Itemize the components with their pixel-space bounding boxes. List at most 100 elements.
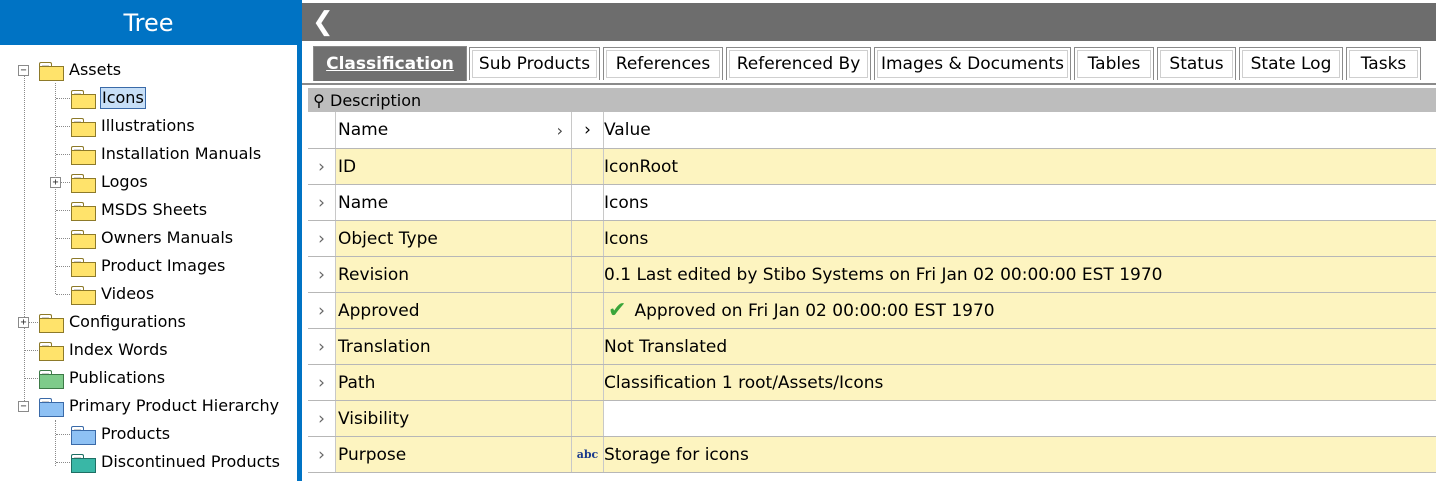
chevron-left-icon[interactable]: ❮ — [312, 9, 334, 35]
tree-node-logos[interactable]: Logos — [70, 169, 149, 195]
tree-node-icons[interactable]: Icons — [70, 85, 146, 111]
tree-node-illustrations[interactable]: Illustrations — [70, 113, 196, 139]
table-row[interactable]: › Translation Not Translated — [308, 329, 1436, 365]
row-value[interactable]: 0.1 Last edited by Stibo Systems on Fri … — [604, 257, 1436, 292]
folder-icon — [70, 89, 96, 109]
tree-node-label: Assets — [69, 60, 122, 79]
table-row[interactable]: › Purpose abc Storage for icons — [308, 437, 1436, 473]
folder-icon — [70, 453, 96, 473]
chevron-right-icon[interactable]: › — [308, 221, 336, 256]
row-name: Path — [336, 365, 572, 400]
tree-node-configurations[interactable]: Configurations — [38, 309, 187, 335]
column-header-value[interactable]: Value — [604, 112, 1436, 148]
tab-references[interactable]: References — [603, 47, 723, 80]
tab-referenced-by[interactable]: Referenced By — [726, 47, 871, 80]
folder-icon — [70, 117, 96, 137]
row-type-cell — [572, 257, 604, 292]
table-row[interactable]: › Revision 0.1 Last edited by Stibo Syst… — [308, 257, 1436, 293]
table-row[interactable]: › Name Icons — [308, 185, 1436, 221]
tree-node-msds-sheets[interactable]: MSDS Sheets — [70, 197, 208, 223]
tree-node-index-words[interactable]: Index Words — [38, 337, 169, 363]
tree-node-label: Logos — [101, 172, 148, 191]
row-value[interactable] — [604, 401, 1436, 436]
tree-node-primary-product-hierarchy[interactable]: Primary Product Hierarchy — [38, 393, 280, 419]
row-name: ID — [336, 149, 572, 184]
row-name: Name — [336, 185, 572, 220]
expander-collapse-icon[interactable]: − — [18, 401, 29, 412]
tab-status[interactable]: Status — [1157, 47, 1236, 80]
chevron-right-icon[interactable]: › — [308, 437, 336, 472]
folder-icon — [38, 369, 64, 389]
row-value[interactable]: Storage for icons — [604, 437, 1436, 472]
tree-node-product-images[interactable]: Product Images — [70, 253, 226, 279]
row-name: Purpose — [336, 437, 572, 472]
tree-node-videos[interactable]: Videos — [70, 281, 155, 307]
tab-sub-products[interactable]: Sub Products — [469, 47, 600, 80]
section-header[interactable]: ⚲ Description — [308, 88, 1436, 112]
pin-icon[interactable]: ⚲ — [308, 91, 330, 110]
tree-node-owners-manuals[interactable]: Owners Manuals — [70, 225, 234, 251]
tree-node-label: Publications — [69, 368, 166, 387]
tree-node-label: Configurations — [69, 312, 186, 331]
chevron-right-icon[interactable]: › — [308, 293, 336, 328]
column-header-name[interactable]: Name › — [336, 112, 572, 148]
table-row[interactable]: › Object Type Icons — [308, 221, 1436, 257]
row-name: Visibility — [336, 401, 572, 436]
folder-icon — [38, 397, 64, 417]
row-value[interactable]: IconRoot — [604, 149, 1436, 184]
expander-collapse-icon[interactable]: − — [18, 65, 29, 76]
row-type-cell — [572, 293, 604, 328]
section-label: Description — [330, 90, 422, 110]
tab-tables[interactable]: Tables — [1074, 47, 1154, 80]
row-type-cell — [572, 365, 604, 400]
tree-node-installation-manuals[interactable]: Installation Manuals — [70, 141, 262, 167]
tree-node-publications[interactable]: Publications — [38, 365, 166, 391]
tree-node-assets[interactable]: Assets — [38, 57, 122, 83]
row-value[interactable]: Icons — [604, 185, 1436, 220]
chevron-right-icon[interactable]: › — [308, 185, 336, 220]
details-panel: ❮ Classification Sub Products References… — [302, 0, 1436, 481]
tree-node-label: MSDS Sheets — [101, 200, 208, 219]
tab-state-log[interactable]: State Log — [1239, 47, 1343, 80]
chevron-right-icon[interactable]: › — [308, 329, 336, 364]
row-name: Approved — [336, 293, 572, 328]
expander-expand-icon[interactable]: + — [18, 317, 29, 328]
tab-classification[interactable]: Classification — [313, 46, 467, 81]
row-type-cell — [572, 329, 604, 364]
row-value[interactable]: Not Translated — [604, 329, 1436, 364]
tab-images-documents[interactable]: Images & Documents — [874, 47, 1071, 80]
tree-body: − Assets Icons Illustrations Installatio… — [0, 45, 297, 481]
folder-icon — [70, 201, 96, 221]
row-value[interactable]: Classification 1 root/Assets/Icons — [604, 365, 1436, 400]
tree-node-discontinued-products[interactable]: Discontinued Products — [70, 449, 281, 475]
chevron-right-icon[interactable]: › — [308, 365, 336, 400]
text-type-icon: abc — [576, 448, 599, 461]
expander-expand-icon[interactable]: + — [50, 177, 61, 188]
tree-node-products[interactable]: Products — [70, 421, 171, 447]
row-name: Translation — [336, 329, 572, 364]
row-value[interactable]: Icons — [604, 221, 1436, 256]
tab-strip: Classification Sub Products References R… — [302, 41, 1436, 85]
chevron-right-icon[interactable]: › — [308, 149, 336, 184]
chevron-right-icon[interactable]: › — [572, 112, 604, 148]
tree-panel: Tree − Assets Icons Illustrations Instal… — [0, 0, 297, 481]
row-name: Object Type — [336, 221, 572, 256]
tree-node-label: Products — [101, 424, 171, 443]
row-value: Approved on Fri Jan 02 00:00:00 EST 1970 — [634, 300, 995, 321]
tree-node-label: Icons — [100, 87, 146, 109]
table-row[interactable]: › Visibility — [308, 401, 1436, 437]
folder-icon — [70, 145, 96, 165]
tree-node-label: Index Words — [69, 340, 168, 359]
table-row[interactable]: › Approved ✔ Approved on Fri Jan 02 00:0… — [308, 293, 1436, 329]
chevron-right-icon[interactable]: › — [308, 401, 336, 436]
column-header-label: Name — [338, 120, 389, 140]
toolbar: ❮ — [302, 3, 1436, 41]
chevron-right-icon[interactable]: › — [308, 257, 336, 292]
tab-tasks[interactable]: Tasks — [1346, 47, 1421, 80]
table-row[interactable]: › ID IconRoot — [308, 149, 1436, 185]
table-row[interactable]: › Path Classification 1 root/Assets/Icon… — [308, 365, 1436, 401]
tree-node-label: Installation Manuals — [101, 144, 262, 163]
tree-node-label: Videos — [101, 284, 155, 303]
row-value-approved[interactable]: ✔ Approved on Fri Jan 02 00:00:00 EST 19… — [604, 293, 1436, 328]
chevron-right-icon[interactable]: › — [557, 121, 563, 140]
